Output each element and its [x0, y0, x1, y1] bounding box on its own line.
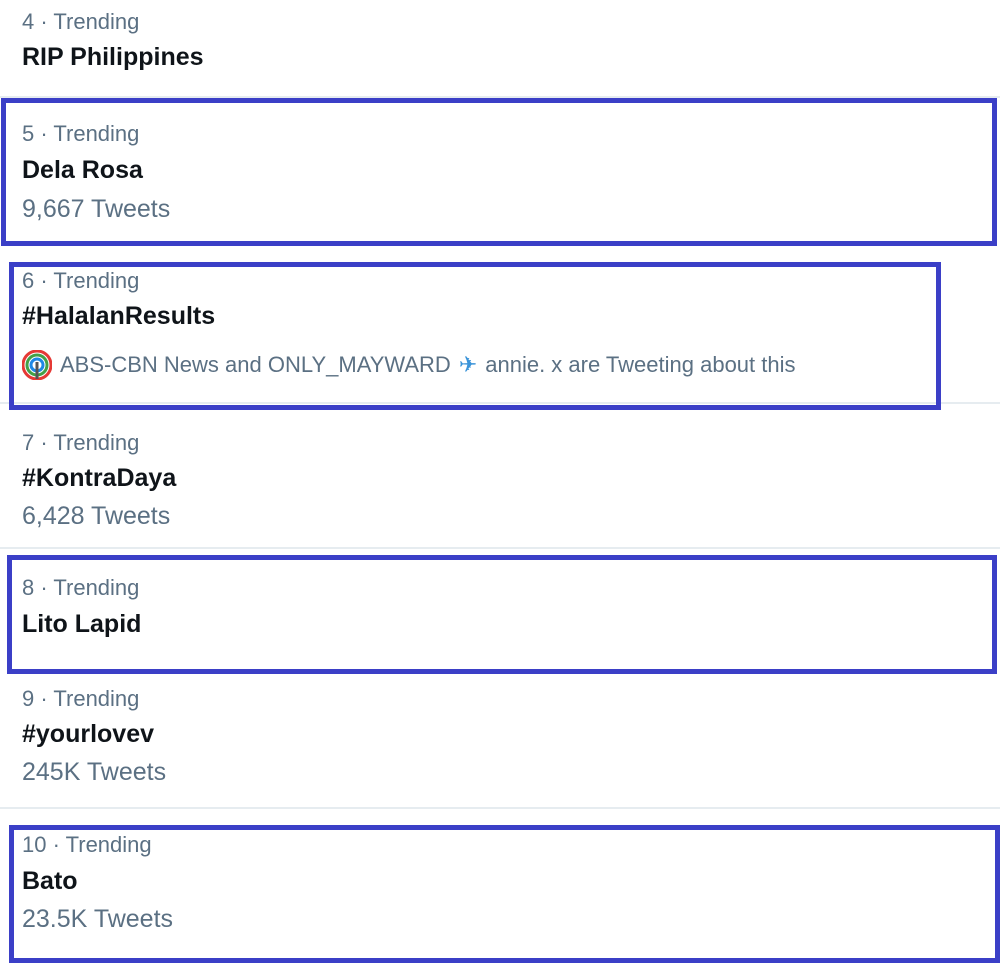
- divider: [0, 96, 1000, 98]
- divider: [0, 547, 1000, 549]
- divider: [0, 402, 1000, 404]
- tweet-count: 23.5K Tweets: [22, 905, 174, 933]
- trend-name: Bato: [22, 867, 78, 895]
- trend-item-5[interactable]: 5 · Trending Dela Rosa 9,667 Tweets: [0, 100, 1000, 246]
- trend-meta: 5 · Trending: [22, 121, 140, 146]
- trend-meta: 6 · Trending: [22, 268, 140, 293]
- trend-item-8[interactable]: 8 · Trending Lito Lapid: [0, 553, 1000, 673]
- trends-list: 4 · Trending RIP Philippines 5 · Trendin…: [0, 0, 1000, 963]
- tweet-count: 245K Tweets: [22, 758, 167, 786]
- context-text-before: ABS-CBN News and ONLY_MAYWARD: [60, 352, 451, 377]
- trend-meta: 7 · Trending: [22, 430, 140, 455]
- trend-item-4[interactable]: 4 · Trending RIP Philippines: [0, 0, 1000, 98]
- trend-name: Dela Rosa: [22, 156, 143, 184]
- tweet-count: 6,428 Tweets: [22, 502, 171, 530]
- trend-meta: 9 · Trending: [22, 686, 140, 711]
- context-text-after: annie. x are Tweeting about this: [485, 352, 796, 377]
- abs-cbn-logo-icon: [22, 350, 52, 380]
- trend-name: RIP Philippines: [22, 43, 204, 71]
- trend-meta: 8 · Trending: [22, 575, 140, 600]
- trend-name: #KontraDaya: [22, 464, 177, 492]
- trend-item-9[interactable]: 9 · Trending #yourlovev 245K Tweets: [0, 676, 1000, 806]
- trend-name: #yourlovev: [22, 720, 155, 748]
- tweet-count: 9,667 Tweets: [22, 195, 171, 223]
- trend-context: ABS-CBN News and ONLY_MAYWARD ✈ annie. x…: [22, 350, 796, 380]
- trend-meta: 4 · Trending: [22, 9, 140, 34]
- trend-item-6[interactable]: 6 · Trending #HalalanResults ABS-CBN New…: [0, 250, 1000, 402]
- trend-meta: 10 · Trending: [22, 832, 152, 857]
- trend-item-7[interactable]: 7 · Trending #KontraDaya 6,428 Tweets: [0, 406, 1000, 546]
- divider: [0, 807, 1000, 809]
- trend-name: #HalalanResults: [22, 302, 216, 330]
- trend-item-10[interactable]: 10 · Trending Bato 23.5K Tweets: [0, 826, 1000, 963]
- airplane-emoji-icon: ✈: [458, 352, 478, 377]
- trend-name: Lito Lapid: [22, 610, 142, 638]
